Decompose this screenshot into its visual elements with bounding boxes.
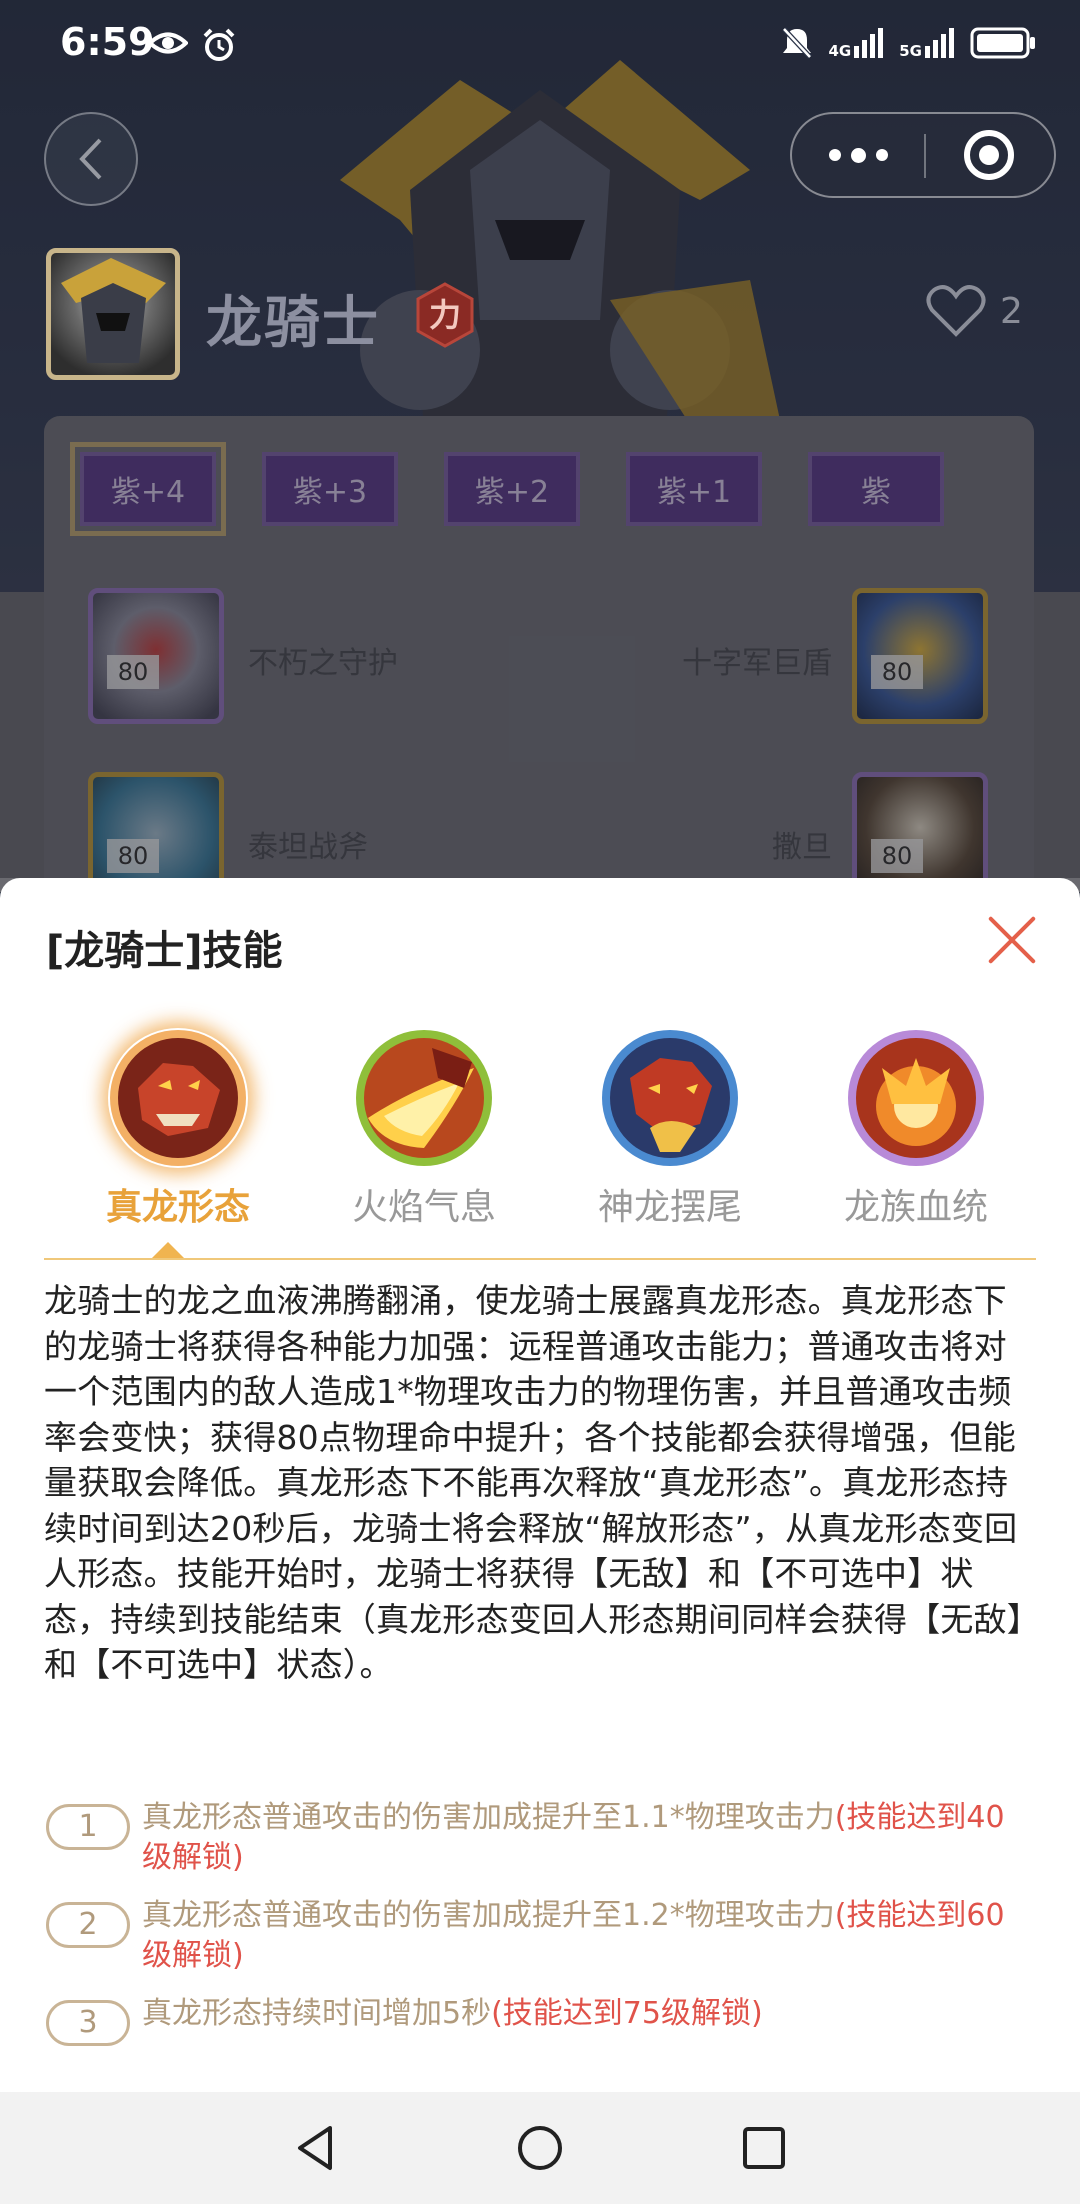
status-bar: 6:59 4G 5G <box>0 0 1080 90</box>
upgrade-item: 3 真龙形态持续时间增加5秒(技能达到75级解锁) <box>44 1994 1034 2046</box>
upgrade-item: 1 真龙形态普通攻击的伤害加成提升至1.1*物理攻击力(技能达到40级解锁) <box>44 1798 1034 1878</box>
like-button[interactable]: 2 <box>926 284 1023 338</box>
network-type-1: 4G <box>828 42 852 60</box>
active-tab-indicator <box>152 1242 184 1258</box>
upgrade-item: 2 真龙形态普通攻击的伤害加成提升至1.2*物理攻击力(技能达到60级解锁) <box>44 1896 1034 1976</box>
hero-name: 龙骑士 <box>206 291 380 356</box>
flame-breath-icon <box>354 1028 494 1168</box>
nav-recents-icon[interactable] <box>736 2120 792 2176</box>
upgrade-unlock: (技能达到75级解锁) <box>491 1996 763 2031</box>
system-nav-bar <box>0 2092 1080 2204</box>
upgrade-text: 真龙形态普通攻击的伤害加成提升至1.1*物理攻击力 <box>142 1800 835 1835</box>
battery-icon <box>970 27 1035 59</box>
upgrade-list: 1 真龙形态普通攻击的伤害加成提升至1.1*物理攻击力(技能达到40级解锁) 2… <box>44 1798 1034 2052</box>
skills-sheet: [龙骑士]技能 真龙形态 火焰气息 神龙摆尾 龙族血统 龙骑士的龙之血液沸腾翻涌… <box>0 878 1080 2092</box>
tab-flame-breath[interactable]: 火焰气息 <box>324 1028 524 1230</box>
mini-program-capsule <box>790 112 1056 198</box>
class-badge-label: 力 <box>428 296 461 334</box>
network-type-2: 5G <box>899 42 922 60</box>
signal-icon: 4G <box>828 28 884 60</box>
upgrade-number: 3 <box>46 2000 130 2046</box>
close-miniprogram-icon[interactable] <box>964 130 1014 180</box>
upgrade-number: 2 <box>46 1902 130 1948</box>
tab-dragon-bloodline[interactable]: 龙族血统 <box>816 1028 1016 1230</box>
more-button[interactable] <box>792 114 924 196</box>
class-badge: 力 <box>412 282 478 348</box>
sheet-title: [龙骑士]技能 <box>46 928 283 974</box>
skill-label: 火焰气息 <box>351 1187 496 1228</box>
tab-dragon-tail[interactable]: 神龙摆尾 <box>570 1028 770 1230</box>
skill-label: 龙族血统 <box>843 1187 988 1228</box>
tab-divider <box>44 1258 1036 1260</box>
chevron-left-icon <box>79 138 102 180</box>
upgrade-text: 真龙形态持续时间增加5秒 <box>142 1996 492 2031</box>
skill-label: 真龙形态 <box>105 1187 250 1228</box>
mute-icon <box>781 27 812 59</box>
signal-icon-2: 5G <box>899 28 954 60</box>
upgrade-text: 真龙形态普通攻击的伤害加成提升至1.2*物理攻击力 <box>142 1898 835 1933</box>
back-button[interactable] <box>44 112 138 206</box>
close-icon[interactable] <box>986 914 1038 966</box>
heart-icon <box>926 285 986 337</box>
dragon-head-icon <box>108 1028 248 1168</box>
dragon-bloodline-icon <box>846 1028 986 1168</box>
nav-home-icon[interactable] <box>512 2120 568 2176</box>
skill-tabs: 真龙形态 火焰气息 神龙摆尾 龙族血统 <box>44 1028 1036 1228</box>
like-count: 2 <box>1000 290 1023 332</box>
upgrade-number: 1 <box>46 1804 130 1850</box>
skill-description: 龙骑士的龙之血液沸腾翻涌，使龙骑士展露真龙形态。真龙形态下的龙骑士将获得各种能力… <box>44 1281 1024 1684</box>
skill-label: 神龙摆尾 <box>597 1187 742 1228</box>
hero-avatar <box>46 248 180 380</box>
eye-icon <box>148 32 188 54</box>
tab-true-dragon-form[interactable]: 真龙形态 <box>78 1028 278 1230</box>
alarm-icon <box>203 28 235 61</box>
status-time: 6:59 <box>60 20 155 64</box>
dragon-tail-icon <box>600 1028 740 1168</box>
more-icon <box>828 149 841 161</box>
nav-back-icon[interactable] <box>288 2120 344 2176</box>
